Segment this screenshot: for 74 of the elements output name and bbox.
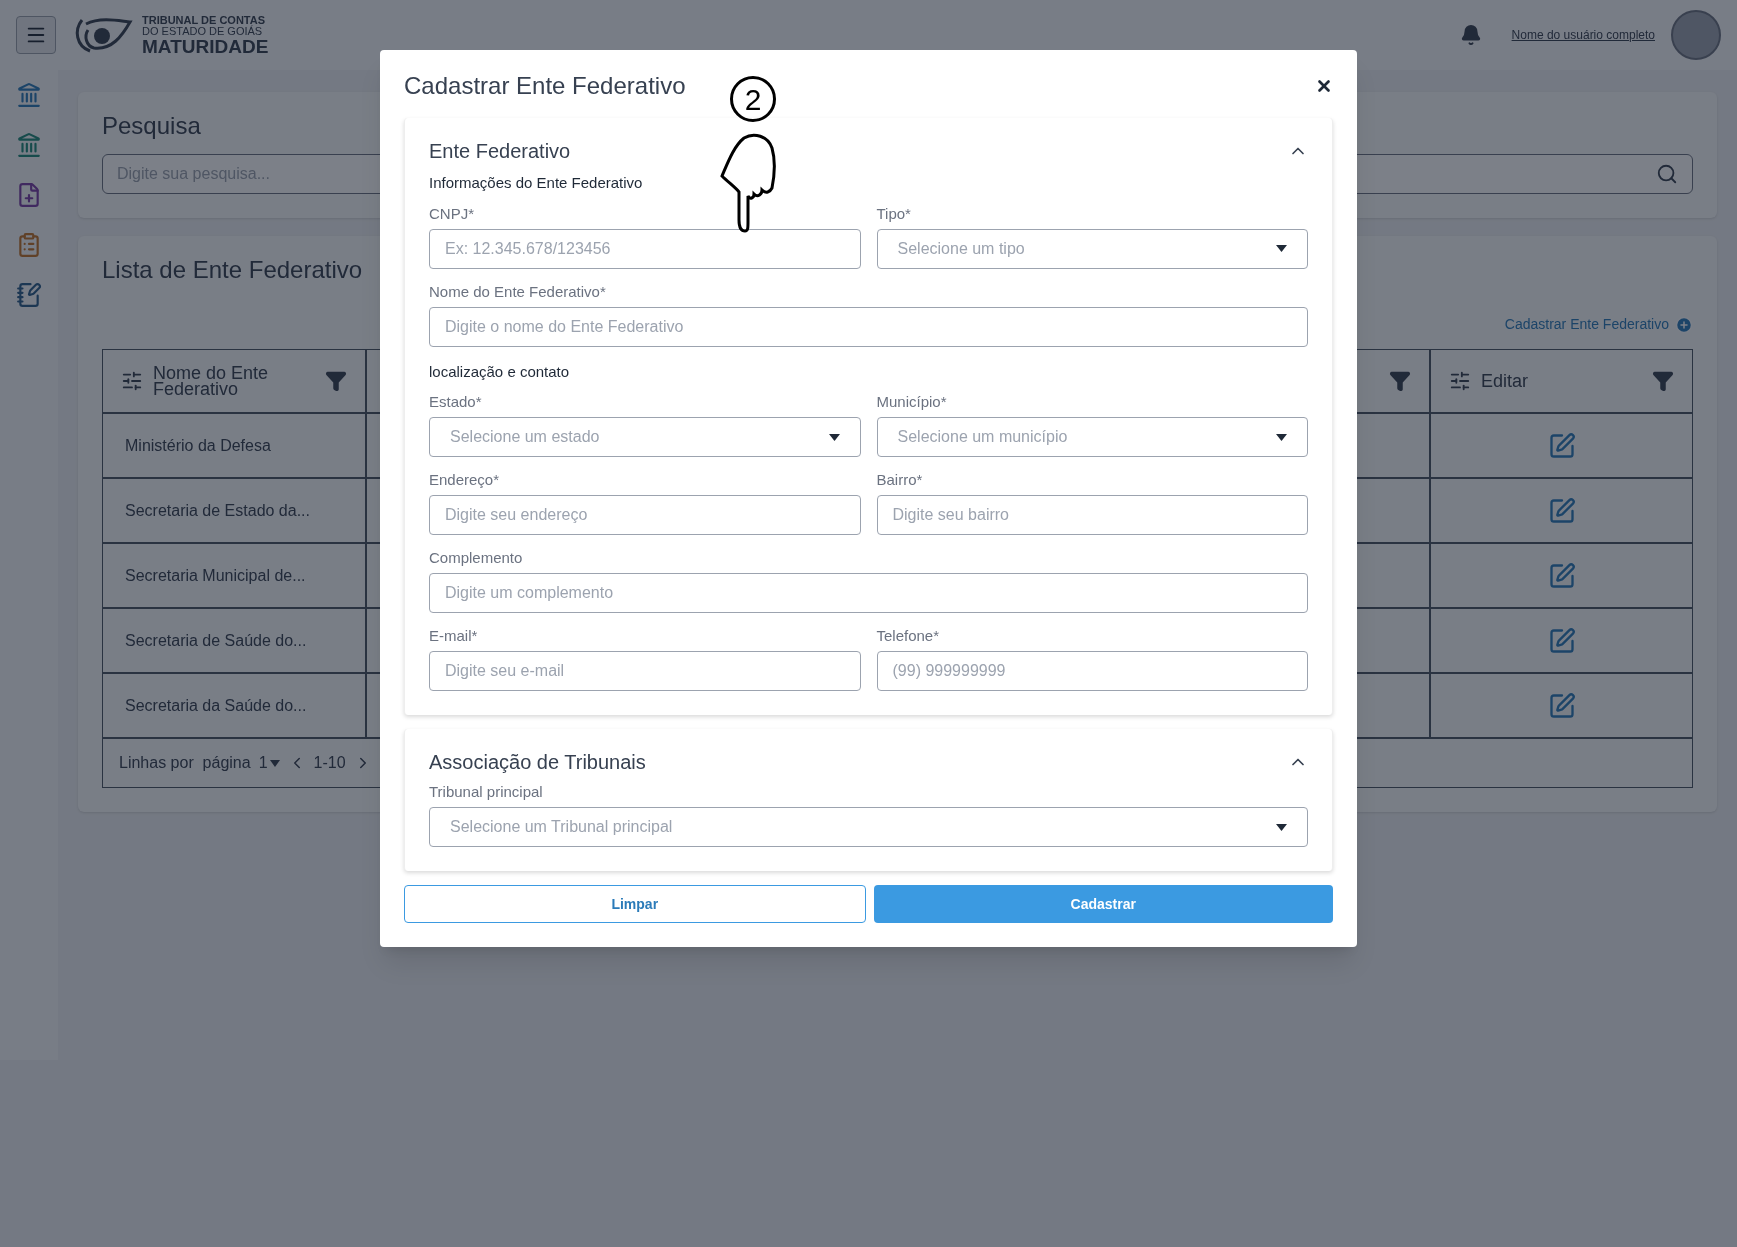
field-label: Estado* bbox=[429, 393, 483, 411]
section-title: Associação de Tribunais bbox=[429, 750, 646, 775]
select-field[interactable]: Selecione um município bbox=[876, 417, 1308, 457]
group-heading: localização e contato bbox=[429, 361, 571, 382]
user-name-link[interactable]: Nome do usuário completo bbox=[1511, 26, 1655, 44]
column-header[interactable]: Nome do Ente Federativo bbox=[103, 350, 367, 412]
notebook-icon[interactable] bbox=[16, 282, 42, 308]
caret-icon bbox=[828, 433, 840, 441]
field-label: Complemento bbox=[429, 549, 524, 567]
filter-icon[interactable] bbox=[1652, 370, 1674, 392]
field-label: E-mail* bbox=[429, 627, 479, 645]
logo-text: MATURIDADE bbox=[142, 36, 269, 56]
table-cell-text: Secretaria de Estado da... bbox=[125, 500, 310, 521]
submit-button[interactable]: Cadastrar bbox=[873, 885, 1333, 923]
notification-bell-icon[interactable] bbox=[1459, 24, 1482, 46]
caret-icon bbox=[1276, 245, 1287, 252]
field-label: Tribunal principal bbox=[429, 783, 544, 801]
file-plus-icon[interactable] bbox=[16, 182, 42, 208]
logo-text: DO ESTADO DE GOIÁS bbox=[142, 25, 264, 37]
clipboard-list-icon[interactable] bbox=[16, 232, 42, 258]
filter-icon[interactable] bbox=[1389, 370, 1411, 392]
card-title: Lista de Ente Federativo bbox=[102, 255, 364, 285]
table-cell-text: Secretaria de Saúde do... bbox=[125, 630, 307, 651]
select-field[interactable]: Selecione um estado bbox=[429, 417, 861, 457]
field-label: CNPJ* bbox=[429, 204, 475, 223]
input-field[interactable]: Digite seu endereço bbox=[429, 495, 861, 535]
input-field[interactable]: Ex: 12.345.678/123456 bbox=[429, 228, 861, 269]
select-field[interactable]: Selecione um Tribunal principal bbox=[429, 807, 1308, 847]
landmark-icon[interactable] bbox=[16, 82, 42, 108]
edit-icon[interactable] bbox=[1547, 626, 1576, 655]
input-field[interactable]: Digite o nome do Ente Federativo bbox=[429, 306, 1308, 347]
landmark-icon[interactable] bbox=[16, 132, 42, 158]
table-cell-text: Ministério da Defesa bbox=[125, 435, 271, 456]
table-cell-text: Secretaria Municipal de... bbox=[125, 565, 306, 586]
input-field[interactable]: (99) 999999999 bbox=[876, 651, 1308, 691]
input-field[interactable]: Digite seu e-mail bbox=[429, 651, 861, 691]
filter-icon[interactable] bbox=[325, 370, 347, 392]
add-ente-link[interactable]: Cadastrar Ente Federativo bbox=[1504, 314, 1669, 335]
field-label: Nome do Ente Federativo* bbox=[429, 282, 607, 301]
field-label: Telefone* bbox=[876, 627, 941, 645]
field-label: Município* bbox=[876, 393, 948, 411]
modal-title: Cadastrar Ente Federativo bbox=[404, 71, 686, 101]
menu-button[interactable] bbox=[16, 16, 56, 54]
search-icon bbox=[1656, 163, 1678, 185]
sliders-icon bbox=[121, 370, 143, 392]
card-title: Pesquisa bbox=[102, 111, 202, 141]
pointing-hand-icon bbox=[718, 132, 778, 234]
select-field[interactable]: Selecione um tipo bbox=[876, 228, 1308, 269]
sliders-icon bbox=[1449, 370, 1471, 392]
input-field[interactable]: Digite um complemento bbox=[429, 573, 1308, 613]
plus-circle-icon[interactable] bbox=[1675, 315, 1693, 334]
group-heading: Informações do Ente Federativo bbox=[429, 173, 644, 193]
edit-icon[interactable] bbox=[1547, 561, 1576, 590]
rows-per-page-label: Linhas por página bbox=[119, 753, 251, 773]
close-icon[interactable] bbox=[1315, 77, 1333, 95]
field-label: Endereço* bbox=[429, 471, 501, 489]
table-cell-text: Secretaria da Saúde do... bbox=[125, 695, 307, 716]
column-header[interactable]: Editar bbox=[1431, 350, 1692, 412]
rows-per-page-select[interactable]: 1 bbox=[258, 751, 280, 775]
clear-button[interactable]: Limpar bbox=[404, 885, 866, 923]
field-label: Bairro* bbox=[876, 471, 924, 489]
caret-icon bbox=[269, 759, 280, 767]
edit-icon[interactable] bbox=[1547, 496, 1576, 525]
input-field[interactable]: Digite seu bairro bbox=[876, 495, 1308, 535]
step-number-badge: 2 bbox=[730, 76, 776, 122]
page-range: 1-10 bbox=[313, 753, 346, 773]
caret-icon bbox=[1276, 823, 1287, 831]
field-label: Tipo* bbox=[876, 204, 912, 223]
avatar[interactable] bbox=[1671, 10, 1721, 60]
logo-text: TRIBUNAL DE CONTAS bbox=[142, 14, 267, 26]
edit-icon[interactable] bbox=[1547, 431, 1576, 460]
caret-icon bbox=[1276, 433, 1287, 441]
section-title: Ente Federativo bbox=[429, 139, 571, 164]
edit-icon[interactable] bbox=[1547, 691, 1576, 720]
